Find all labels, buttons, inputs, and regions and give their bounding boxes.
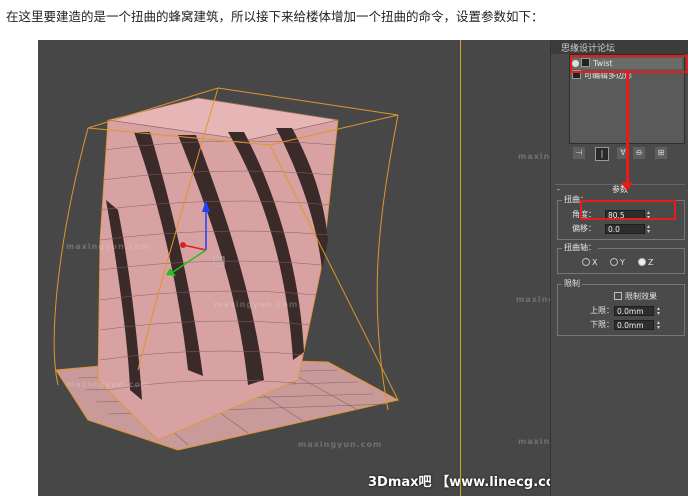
group-title: 限制 [562, 278, 582, 289]
show-end-result-button[interactable]: | [595, 147, 609, 161]
remove-modifier-button[interactable]: ⊖ [633, 147, 645, 159]
lower-limit-field[interactable]: 0.0mm [614, 320, 654, 330]
watermark: maxingyun.com [66, 242, 151, 251]
collapse-icon: - [557, 185, 560, 194]
perspective-viewport[interactable]: maxingyun.com maxingyun.com maxingyun.co… [38, 40, 665, 496]
upper-limit-spinner[interactable]: ▴ ▾ [656, 306, 661, 317]
radio-icon [582, 258, 590, 266]
upper-limit-field[interactable]: 0.0mm [614, 306, 654, 316]
forum-logo-text: 思缘设计论坛 [561, 44, 616, 54]
command-panel: 思缘设计论坛 Twist 可编辑多边形 ⊣ | ∀ ⊖ ⊞ - 参数 扭曲： 角… [550, 40, 688, 496]
lower-limit-spinner[interactable]: ▴ ▾ [656, 320, 661, 331]
axis-radio-y[interactable]: Y [610, 257, 625, 268]
radio-icon [610, 258, 618, 266]
pin-stack-button[interactable]: ⊣ [573, 147, 585, 159]
axis-radio-z[interactable]: Z [638, 257, 653, 268]
annotation-arrow-head [621, 182, 633, 191]
panel-header: 思缘设计论坛 [551, 40, 688, 54]
bias-spinner[interactable]: ▴ ▾ [646, 224, 651, 235]
angle-highlight-box [580, 200, 676, 220]
viewport-divider [460, 40, 461, 496]
twisted-building-render [53, 87, 400, 451]
checkbox-icon [614, 292, 622, 300]
lower-limit-label: 下限： [590, 320, 614, 329]
limits-group: 限制 限制效果 上限： 0.0mm ▴ ▾ 下限： 0.0mm ▴ ▾ [557, 278, 685, 336]
bias-label: 偏移： [572, 224, 596, 233]
bias-field[interactable]: 0.0 [605, 224, 645, 234]
configure-sets-button[interactable]: ⊞ [655, 147, 667, 159]
radio-selected-icon [638, 258, 646, 266]
twist-axis-group: 扭曲轴： X Y Z [557, 242, 685, 274]
axis-radio-x[interactable]: X [582, 257, 597, 268]
limit-effect-checkbox[interactable]: 限制效果 [614, 291, 657, 302]
watermark: maxingyun.com [66, 380, 151, 389]
watermark: maxingyun.com [298, 440, 383, 449]
upper-limit-label: 上限： [590, 306, 614, 315]
twist-highlight-box [570, 55, 688, 73]
watermark: maxingyun.com [214, 300, 299, 309]
3dsmax-screenshot: maxingyun.com maxingyun.com maxingyun.co… [38, 40, 688, 496]
group-title: 扭曲轴： [562, 242, 598, 253]
annotation-arrow [626, 70, 629, 182]
article-caption: 在这里要建造的是一个扭曲的蜂窝建筑，所以接下来给楼体增加一个扭曲的命令，设置参数… [6, 9, 544, 24]
